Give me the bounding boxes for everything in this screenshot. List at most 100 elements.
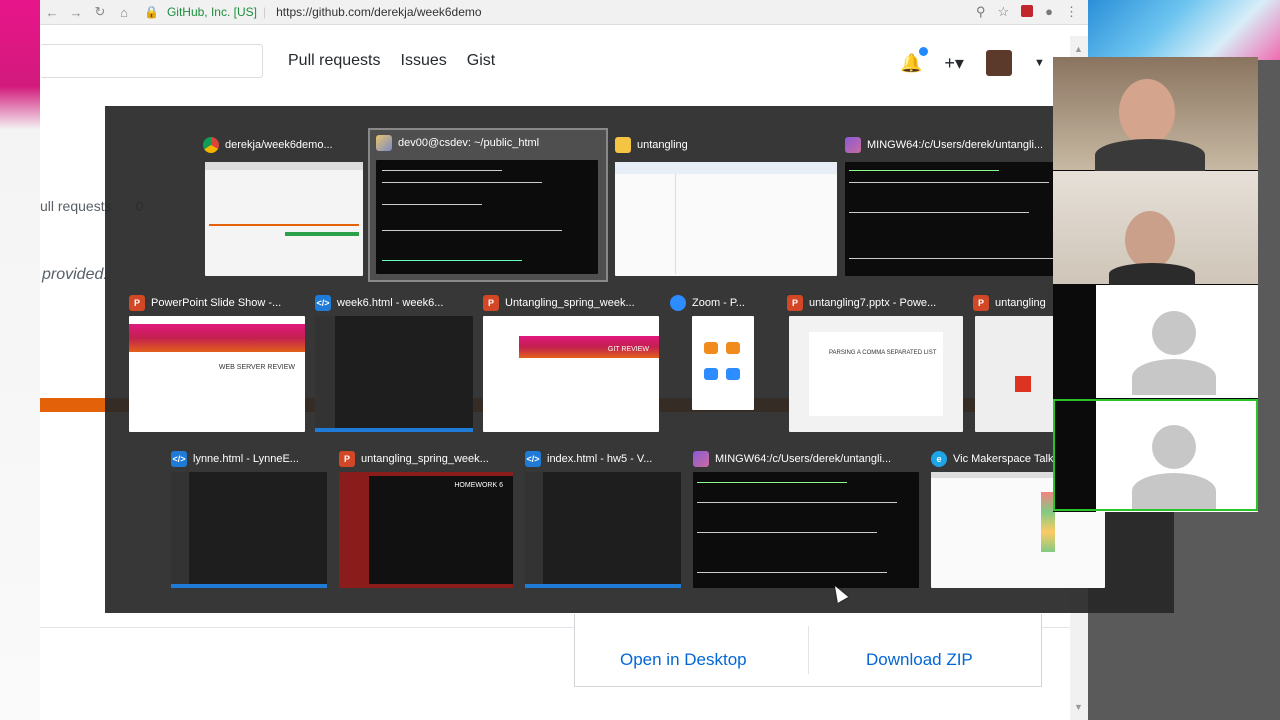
avatar[interactable] <box>985 50 1012 76</box>
slide-title: PARSING A COMMA SEPARATED LIST <box>829 350 937 356</box>
video-participants <box>1053 57 1258 512</box>
task-switcher: derekja/week6demo... dev00@csdev: ~/publ… <box>105 106 1174 613</box>
github-search-input[interactable] <box>40 44 263 78</box>
participant-video-3[interactable] <box>1096 285 1258 398</box>
window-title: derekja/week6demo... <box>225 139 333 151</box>
window-title: Untangling_spring_week... <box>505 297 635 309</box>
window-thumbnail <box>845 162 1085 276</box>
window-title: Vic Makerspace Talk <box>953 453 1054 465</box>
window-thumbnail: GIT REVIEW <box>483 316 659 432</box>
vscode-icon: </> <box>315 295 331 311</box>
powerpoint-icon: P <box>339 451 355 467</box>
switcher-window-vscode-week6[interactable]: </> week6.html - week6... <box>315 290 475 432</box>
open-in-desktop-button[interactable]: Open in Desktop <box>620 650 747 670</box>
back-icon[interactable]: ← <box>40 5 64 20</box>
switcher-window-vscode-lynne[interactable]: </> lynne.html - LynneE... <box>171 446 329 590</box>
participant-face <box>1119 79 1175 145</box>
putty-icon <box>376 135 392 151</box>
switcher-window-git-bash-2[interactable]: MINGW64:/c/Users/derek/untangli... <box>693 446 921 590</box>
chevron-down-icon[interactable]: ▼ <box>1034 57 1045 69</box>
nav-issues[interactable]: Issues <box>401 52 447 70</box>
nav-gist[interactable]: Gist <box>467 52 495 70</box>
participant-video-1[interactable] <box>1053 57 1258 171</box>
switcher-window-powerpoint-untangling7[interactable]: Puntangling7.pptx - Powe... PARSING A CO… <box>787 290 965 432</box>
powerpoint-icon: P <box>973 295 989 311</box>
window-title: untangling7.pptx - Powe... <box>809 297 937 309</box>
window-thumbnail <box>693 472 919 588</box>
zoom-icon[interactable]: ⚲ <box>976 4 986 20</box>
menu-kebab-icon[interactable]: ⋮ <box>1065 4 1078 20</box>
window-title: week6.html - week6... <box>337 297 444 309</box>
powerpoint-icon: P <box>483 295 499 311</box>
nav-pull-requests[interactable]: Pull requests <box>288 52 381 70</box>
git-bash-icon <box>693 451 709 467</box>
powerpoint-icon: P <box>787 295 803 311</box>
switcher-window-vscode-index[interactable]: </> index.html - hw5 - V... <box>525 446 683 590</box>
switcher-window-chrome[interactable]: derekja/week6demo... <box>203 132 365 278</box>
window-thumbnail <box>315 316 473 432</box>
desktop-wallpaper-right <box>1088 0 1280 60</box>
window-title: PowerPoint Slide Show -... <box>151 297 282 309</box>
notifications-bell-icon[interactable]: 🔔 <box>900 46 929 74</box>
switcher-window-powerpoint-slideshow[interactable]: P PowerPoint Slide Show -... WEB SERVER R… <box>129 290 307 432</box>
switcher-window-powerpoint-untangling[interactable]: P Untangling_spring_week... GIT REVIEW <box>483 290 661 432</box>
reload-icon[interactable]: ↻ <box>88 4 112 20</box>
desktop-wallpaper-left <box>0 0 40 720</box>
vscode-icon: </> <box>171 451 187 467</box>
switcher-window-putty[interactable]: dev00@csdev: ~/public_html <box>368 128 608 282</box>
window-title: dev00@csdev: ~/public_html <box>398 137 540 149</box>
window-title: MINGW64:/c/Users/derek/untangli... <box>867 139 1044 151</box>
extension-gray-icon[interactable]: ● <box>1045 4 1053 20</box>
person-placeholder-icon <box>1152 311 1196 355</box>
extension-icon[interactable] <box>1021 5 1034 17</box>
github-nav: Pull requests Issues Gist <box>288 52 495 70</box>
scroll-up-icon[interactable]: ▲ <box>1074 44 1083 54</box>
window-title: lynne.html - LynneE... <box>193 453 299 465</box>
new-plus-icon[interactable]: +▾ <box>944 53 964 74</box>
powerpoint-icon: P <box>129 295 145 311</box>
window-title: untangling <box>995 297 1046 309</box>
clone-download-panel: Open in Desktop Download ZIP <box>574 614 1042 687</box>
window-title: untangling_spring_week... <box>361 453 489 465</box>
window-thumbnail <box>692 316 754 410</box>
github-header: Pull requests Issues Gist 🔔 +▾ ▼ <box>40 36 1088 86</box>
active-speaker-border <box>1053 399 1258 511</box>
address-bar[interactable]: ← → ↻ ⌂ 🔒 GitHub, Inc. [US] | https://gi… <box>40 0 1088 25</box>
lock-icon: 🔒 <box>144 5 159 19</box>
git-bash-icon <box>845 137 861 153</box>
bookmark-star-icon[interactable]: ☆ <box>997 4 1009 20</box>
chrome-icon <box>203 137 219 153</box>
scroll-down-icon[interactable]: ▼ <box>1074 702 1083 712</box>
switcher-window-powerpoint-homework[interactable]: Puntangling_spring_week... HOMEWORK 6 <box>339 446 515 590</box>
zoom-icon <box>670 295 686 311</box>
slide-title: GIT REVIEW <box>607 346 649 353</box>
switcher-window-zoom[interactable]: Zoom - P... <box>670 290 760 432</box>
window-thumbnail: HOMEWORK 6 <box>339 472 513 588</box>
divider <box>808 626 809 674</box>
window-title: Zoom - P... <box>692 297 745 309</box>
switcher-window-git-bash[interactable]: MINGW64:/c/Users/derek/untangli... <box>845 132 1085 278</box>
vscode-icon: </> <box>525 451 541 467</box>
window-thumbnail <box>525 472 681 588</box>
slide-title: HOMEWORK 6 <box>454 482 503 489</box>
folder-icon <box>615 137 631 153</box>
home-icon[interactable]: ⌂ <box>112 5 136 20</box>
window-thumbnail <box>615 162 837 276</box>
bg-description: provided. <box>42 266 108 283</box>
url-text[interactable]: https://github.com/derekja/week6demo <box>276 5 481 19</box>
window-title: untangling <box>637 139 688 151</box>
slide-title: WEB SERVER REVIEW <box>218 364 295 371</box>
forward-icon[interactable]: → <box>64 5 88 20</box>
window-thumbnail <box>376 160 598 274</box>
participant-video-2[interactable] <box>1053 171 1258 285</box>
notification-dot <box>919 46 929 56</box>
switcher-window-explorer[interactable]: untangling <box>615 132 837 278</box>
window-title: MINGW64:/c/Users/derek/untangli... <box>715 453 892 465</box>
window-thumbnail: WEB SERVER REVIEW <box>129 316 305 432</box>
window-thumbnail <box>205 162 363 276</box>
internet-explorer-icon: e <box>931 451 947 467</box>
download-zip-button[interactable]: Download ZIP <box>866 650 973 670</box>
address-divider: | <box>262 5 267 19</box>
window-thumbnail: PARSING A COMMA SEPARATED LIST <box>789 316 963 432</box>
site-identity[interactable]: GitHub, Inc. [US] <box>167 5 257 19</box>
